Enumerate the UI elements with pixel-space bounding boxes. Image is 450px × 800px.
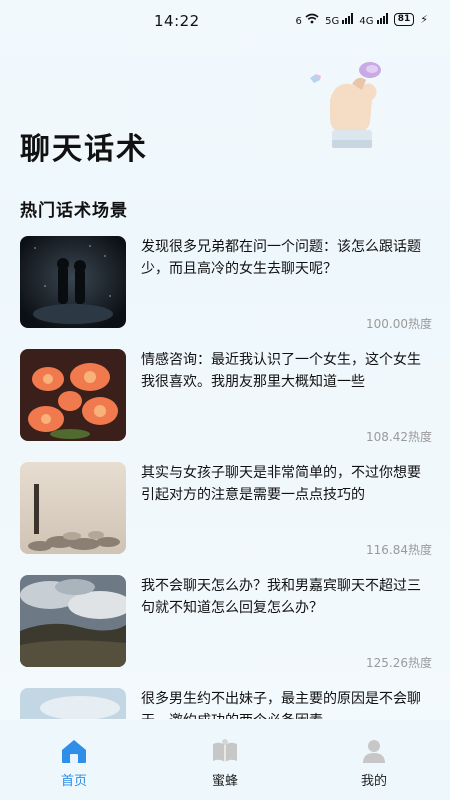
heat-suffix: 热度 [407, 543, 432, 557]
home-icon [62, 740, 86, 763]
battery-icon: 81 [393, 13, 415, 26]
heat-number: 125.26 [365, 656, 408, 670]
thumbnail-sky [20, 688, 126, 719]
list-item[interactable]: 情感咨询：最近我认识了一个女生，这个女生我很喜欢。我朋友那里大概知道一些 108… [20, 345, 432, 444]
list-item[interactable]: 其实与女孩子聊天是非常简单的，不过你想要引起对方的注意是需要一点点技巧的 116… [20, 458, 432, 557]
heat-value: 125.26热度 [366, 654, 432, 671]
heat-value: 108.42热度 [366, 428, 432, 445]
status-icons: 6 5G 4G 81 ⚡ [296, 12, 428, 27]
item-text: 情感咨询：最近我认识了一个女生，这个女生我很喜欢。我朋友那里大概知道一些 [141, 352, 421, 390]
section-title: 热门话术场景 [20, 201, 128, 221]
heat-suffix: 热度 [407, 317, 432, 331]
wifi-label: 6 [295, 15, 302, 27]
signal-4g-icon: 4G [359, 12, 388, 27]
signal-5g-label: 5G [325, 16, 340, 27]
charging-icon: ⚡ [420, 13, 428, 26]
thumbnail-dark-couple [20, 236, 126, 328]
thumbnail-cloudy-hills [20, 575, 126, 667]
heat-suffix: 热度 [407, 656, 432, 670]
item-text: 其实与女孩子聊天是非常简单的，不过你想要引起对方的注意是需要一点点技巧的 [141, 465, 421, 503]
list-item[interactable]: 我不会聊天怎么办？我和男嘉宾聊天不超过三句就不知道怎么回复怎么办？ 125.26… [20, 571, 432, 670]
nav-label-bee: 蜜蜂 [211, 774, 238, 789]
nav-item-bee[interactable]: 蜜蜂 [195, 738, 255, 789]
heat-number: 116.84 [365, 543, 408, 557]
signal-5g-icon: 5G [325, 12, 354, 27]
finger-heart-illustration [300, 60, 390, 150]
wifi-icon: 6 [296, 13, 320, 27]
heat-suffix: 热度 [407, 430, 432, 444]
item-text: 发现很多兄弟都在问一个问题：该怎么跟话题少，而且高冷的女生去聊天呢？ [141, 239, 421, 277]
heat-value: 100.00热度 [366, 315, 432, 332]
nav-item-mine[interactable]: 我的 [344, 738, 404, 789]
thumbnail-beach-post [20, 462, 126, 554]
nav-item-home[interactable]: 首页 [44, 738, 104, 789]
list-item[interactable]: 发现很多兄弟都在问一个问题：该怎么跟话题少，而且高冷的女生去聊天呢？ 100.0… [20, 232, 432, 331]
bottom-nav: 首页 蜜蜂 我的 [0, 720, 450, 800]
signal-4g-label: 4G [359, 16, 374, 27]
item-text: 我不会聊天怎么办？我和男嘉宾聊天不超过三句就不知道怎么回复怎么办？ [141, 578, 421, 616]
heat-number: 100.00 [365, 317, 408, 331]
nav-label-home: 首页 [60, 774, 87, 789]
list-item[interactable]: 很多男生约不出妹子，最主要的原因是不会聊天，邀约成功的两个必备因素 [20, 684, 432, 719]
status-bar: 14:22 6 5G 4G 81 ⚡ [0, 0, 450, 44]
heat-number: 108.42 [365, 430, 408, 444]
status-time: 14:22 [154, 12, 200, 30]
page-title: 聊天话术 [20, 132, 148, 167]
scenario-list[interactable]: 发现很多兄弟都在问一个问题：该怎么跟话题少，而且高冷的女生去聊天呢？ 100.0… [0, 232, 450, 719]
thumbnail-orange-flowers [20, 349, 126, 441]
nav-label-mine: 我的 [360, 774, 387, 789]
item-text: 很多男生约不出妹子，最主要的原因是不会聊天，邀约成功的两个必备因素 [141, 691, 421, 719]
book-icon [213, 739, 237, 762]
user-icon [363, 740, 385, 763]
heat-value: 116.84热度 [366, 541, 432, 558]
